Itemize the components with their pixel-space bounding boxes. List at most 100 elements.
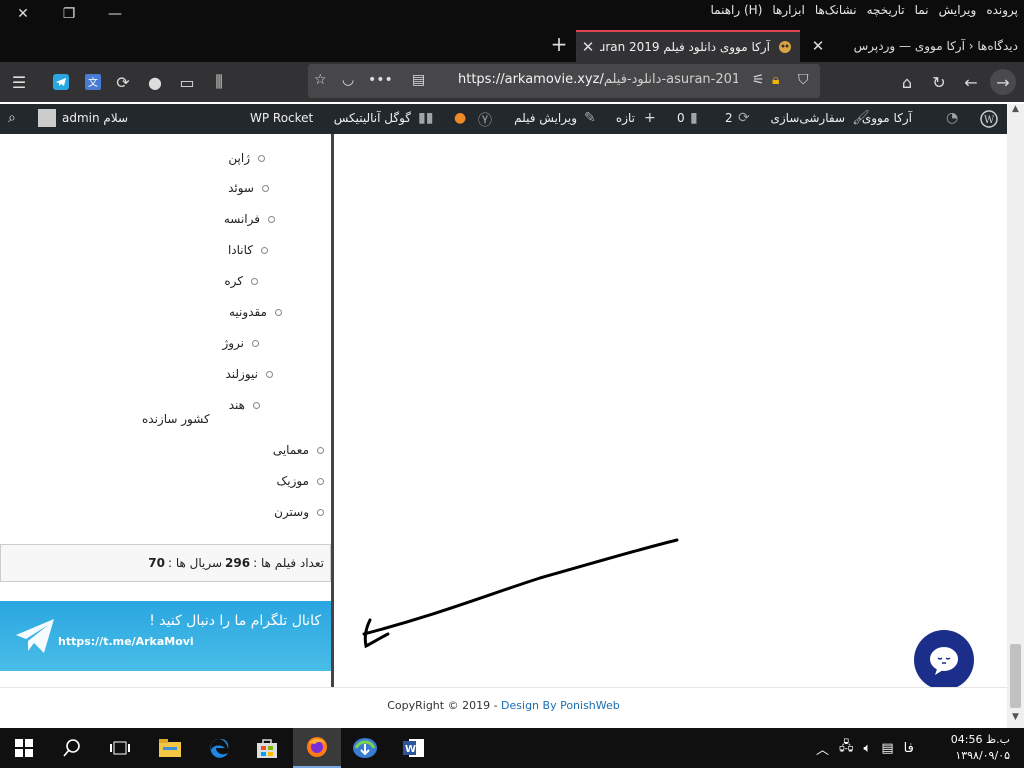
avatar[interactable]: [38, 109, 56, 127]
home-button[interactable]: ⌂: [894, 69, 920, 95]
list-item[interactable]: نروژ: [222, 336, 259, 350]
url-bar[interactable]: ☆ ◡ ••• ▤ https://arkamovie.xyz/دانلود-ف…: [308, 64, 820, 98]
close-tab-icon[interactable]: ✕: [576, 38, 600, 56]
page-actions-icon[interactable]: •••: [368, 72, 393, 88]
list-item[interactable]: معمایی: [273, 443, 324, 457]
bookmark-star-icon[interactable]: ☆: [314, 72, 327, 88]
wp-analytics[interactable]: گوگل آنالیتیکس: [334, 111, 411, 125]
wp-updates-count[interactable]: 2: [725, 111, 733, 125]
yoast-icon[interactable]: Ⓨ: [478, 110, 492, 130]
reload-button[interactable]: ↻: [926, 69, 952, 95]
list-item[interactable]: موزیک: [276, 474, 324, 488]
volume-icon[interactable]: 🔈︎: [864, 741, 872, 756]
menu-history[interactable]: تاریخچه: [867, 3, 905, 17]
telegram-link[interactable]: https://t.me/ArkaMovi: [58, 635, 194, 648]
language-indicator[interactable]: فا: [904, 741, 914, 756]
list-item[interactable]: سوئد: [228, 181, 269, 195]
shield-icon[interactable]: ⛉: [798, 72, 809, 88]
menu-help[interactable]: راهنما (H): [711, 3, 763, 17]
updates-icon[interactable]: ⟳: [738, 110, 750, 126]
list-item[interactable]: کانادا: [228, 243, 268, 257]
notification-icon[interactable]: ▤: [881, 741, 893, 756]
download-manager-icon[interactable]: [341, 728, 389, 768]
country-macedonia[interactable]: مقدونیه: [229, 305, 267, 319]
task-view-icon[interactable]: [96, 728, 144, 768]
list-item[interactable]: هند: [229, 398, 260, 412]
wordpress-logo-icon[interactable]: W: [980, 110, 998, 132]
forward-button[interactable]: →: [990, 69, 1016, 95]
list-item[interactable]: ژاپن: [228, 151, 265, 165]
list-item[interactable]: فرانسه: [224, 212, 275, 226]
telegram-banner[interactable]: کانال تلگرام ما را دنبال کنید ! https://…: [0, 601, 331, 671]
minimize-window-button[interactable]: —: [92, 0, 138, 28]
scroll-up-icon[interactable]: ▲: [1007, 104, 1024, 118]
dashboard-icon[interactable]: ◔: [946, 110, 958, 126]
copyright-text: CopyRight © 2019 -: [387, 699, 498, 712]
scroll-down-icon[interactable]: ▼: [1007, 712, 1024, 726]
pocket-icon[interactable]: ◡: [342, 72, 354, 88]
reader-sidebar-icon[interactable]: ▭: [174, 69, 200, 95]
genre-western[interactable]: وسترن: [274, 505, 309, 519]
list-item[interactable]: کره: [224, 274, 258, 288]
account-icon[interactable]: ●: [142, 69, 168, 95]
wp-new[interactable]: تازه: [616, 111, 635, 125]
library-icon[interactable]: ⫼: [206, 69, 232, 95]
menu-view[interactable]: نما: [915, 3, 929, 17]
back-button[interactable]: ←: [958, 69, 984, 95]
translate-extension-icon[interactable]: 文: [80, 69, 106, 95]
country-india[interactable]: هند: [229, 398, 245, 412]
restore-window-button[interactable]: ❐: [46, 0, 92, 28]
tab-active[interactable]: ✕ آرکا مووی دانلود فیلم asuran 2019: [576, 30, 800, 62]
permissions-icon[interactable]: ⚟: [752, 72, 765, 88]
wp-rocket[interactable]: WP Rocket: [250, 111, 313, 125]
wp-edit-film[interactable]: ویرایش فیلم: [514, 111, 577, 125]
windows-start-icon[interactable]: [0, 728, 48, 768]
close-window-button[interactable]: ✕: [0, 0, 46, 28]
hamburger-menu-icon[interactable]: ☰: [6, 69, 32, 95]
country-france[interactable]: فرانسه: [224, 212, 260, 226]
menu-file[interactable]: پرونده: [986, 3, 1018, 17]
menu-bookmarks[interactable]: نشانک‌ها: [815, 3, 857, 17]
reader-view-icon[interactable]: ▤: [412, 72, 425, 88]
telegram-extension-icon[interactable]: [48, 69, 74, 95]
lock-warning-icon[interactable]: 🔒︎: [772, 72, 779, 88]
network-icon[interactable]: 🖧︎: [839, 737, 854, 759]
bullet-icon: [258, 154, 265, 162]
list-item[interactable]: وسترن: [274, 505, 324, 519]
comments-icon[interactable]: ▮: [690, 110, 698, 126]
chat-widget-button[interactable]: [914, 630, 974, 690]
scroll-thumb[interactable]: [1010, 644, 1021, 708]
country-japan[interactable]: ژاپن: [228, 151, 250, 165]
genre-music[interactable]: موزیک: [276, 474, 309, 488]
url-text[interactable]: https://arkamovie.xyz/دانلود-فیلم-asuran…: [458, 72, 738, 87]
close-tab-icon[interactable]: ✕: [806, 37, 830, 55]
country-new-zealand[interactable]: نیوزلند: [225, 367, 258, 381]
file-explorer-icon[interactable]: [146, 728, 194, 768]
list-item[interactable]: مقدونیه: [229, 305, 282, 319]
chevron-up-icon[interactable]: ︿: [816, 739, 829, 758]
clock[interactable]: ب.ظ 04:56 ۱۳۹۸/۰۹/۰۵: [951, 732, 1010, 764]
design-credit-link[interactable]: Design By PonishWeb: [501, 699, 620, 712]
sync-extension-icon[interactable]: ⟳: [110, 69, 136, 95]
search-icon[interactable]: ⌕: [8, 110, 16, 126]
store-icon[interactable]: [243, 728, 291, 768]
country-norway[interactable]: نروژ: [222, 336, 244, 350]
edge-browser-icon[interactable]: [195, 728, 243, 768]
wp-greeting[interactable]: سلام admin: [62, 111, 128, 125]
country-korea[interactable]: کره: [224, 274, 243, 288]
menu-tools[interactable]: ابزارها: [772, 3, 804, 17]
status-dot-icon[interactable]: ●: [454, 110, 466, 126]
firefox-icon[interactable]: [293, 728, 341, 768]
word-icon[interactable]: W: [390, 728, 438, 768]
genre-mystery[interactable]: معمایی: [273, 443, 309, 457]
wp-comments-count[interactable]: 0: [677, 111, 685, 125]
new-tab-button[interactable]: +: [546, 32, 572, 58]
vertical-scrollbar[interactable]: ▲ ▼: [1007, 104, 1024, 728]
list-item[interactable]: نیوزلند: [225, 367, 273, 381]
tab-inactive[interactable]: ✕ دیدگاه‌ها ‹ آرکا مووی — وردپرس: [806, 30, 1024, 62]
search-icon[interactable]: [48, 728, 96, 768]
wp-customize[interactable]: سفارشی‌سازی: [770, 111, 845, 125]
country-canada[interactable]: کانادا: [228, 243, 253, 257]
country-sweden[interactable]: سوئد: [228, 181, 254, 195]
menu-edit[interactable]: ویرایش: [939, 3, 977, 17]
